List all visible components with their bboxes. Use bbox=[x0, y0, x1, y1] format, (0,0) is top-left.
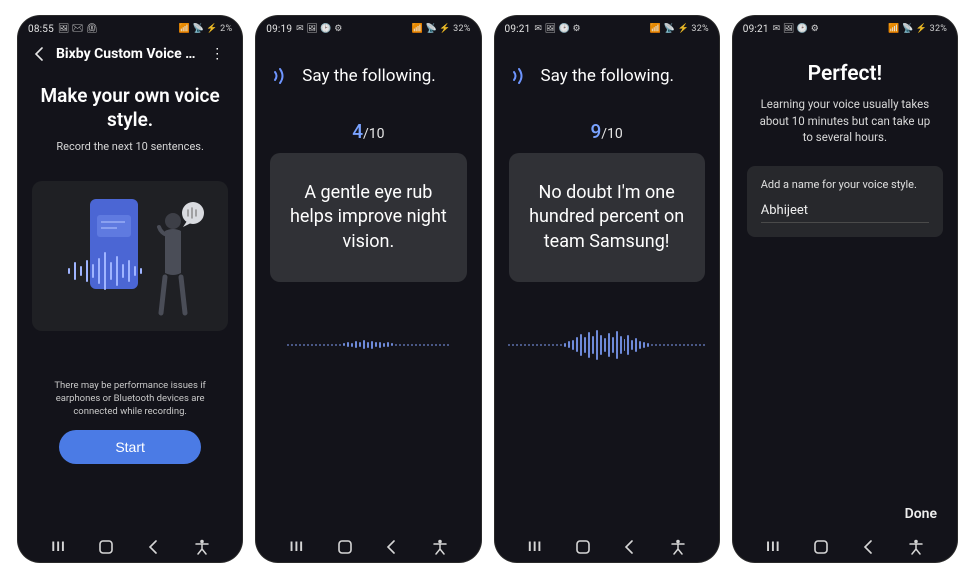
screen-intro: 08:55 🖼 ✉ ⏲ 📶 📡 ⚡ 2% Bixby Custom Voice … bbox=[18, 16, 242, 562]
status-time: 08:55 bbox=[28, 24, 54, 35]
nav-home-icon[interactable] bbox=[806, 539, 836, 555]
done-title: Perfect! bbox=[747, 62, 943, 86]
status-right-icons: 📶 📡 ⚡ 32% bbox=[412, 24, 471, 34]
status-right-icons: 📶 📡 ⚡ 32% bbox=[888, 24, 947, 34]
android-navbar: III bbox=[733, 532, 957, 562]
nav-home-icon[interactable] bbox=[568, 539, 598, 555]
name-input[interactable]: Abhijeet bbox=[761, 203, 929, 223]
nav-accessibility-icon[interactable] bbox=[187, 539, 217, 555]
status-left-icons: 🖼 ✉ ⏲ bbox=[58, 24, 98, 34]
done-subtitle: Learning your voice usually takes about … bbox=[757, 96, 933, 146]
nav-recent-icon[interactable]: III bbox=[520, 540, 550, 555]
nav-back-icon[interactable] bbox=[615, 540, 645, 554]
intro-subtitle: Record the next 10 sentences. bbox=[32, 140, 228, 153]
status-time: 09:21 bbox=[505, 24, 531, 35]
back-icon[interactable] bbox=[32, 46, 48, 62]
nav-recent-icon[interactable]: III bbox=[44, 540, 74, 555]
speaking-icon bbox=[511, 66, 531, 86]
nav-back-icon[interactable] bbox=[854, 540, 884, 554]
speaking-icon bbox=[272, 66, 292, 86]
nav-accessibility-icon[interactable] bbox=[663, 539, 693, 555]
counter-current: 4 bbox=[352, 120, 363, 143]
start-button[interactable]: Start bbox=[59, 430, 200, 464]
screen-record-4: 09:19 ✉ 🖼 🕑 ⚙ 📶 📡 ⚡ 32% Say the followin… bbox=[256, 16, 480, 562]
status-bar: 09:21 ✉ 🖼 🕑 ⚙ 📶 📡 ⚡ 32% bbox=[495, 16, 719, 40]
status-left-icons: ✉ 🖼 🕑 ⚙ bbox=[534, 24, 580, 34]
sentence-card: No doubt I'm one hundred percent on team… bbox=[509, 153, 705, 282]
waveform-large bbox=[509, 326, 705, 364]
screen-record-9: 09:21 ✉ 🖼 🕑 ⚙ 📶 📡 ⚡ 32% Say the followin… bbox=[495, 16, 719, 562]
record-title: Say the following. bbox=[541, 66, 675, 86]
nav-recent-icon[interactable]: III bbox=[282, 540, 312, 555]
nav-home-icon[interactable] bbox=[330, 539, 360, 555]
status-left-icons: ✉ 🖼 🕑 ⚙ bbox=[296, 24, 342, 34]
status-right-icons: 📶 📡 ⚡ 32% bbox=[650, 24, 709, 34]
counter-total: /10 bbox=[601, 126, 623, 142]
nav-accessibility-icon[interactable] bbox=[901, 539, 931, 555]
sentence-counter: 9/10 bbox=[509, 120, 705, 143]
page-title: Bixby Custom Voice C… bbox=[56, 46, 198, 62]
android-navbar: III bbox=[18, 532, 242, 562]
android-navbar: III bbox=[256, 532, 480, 562]
android-navbar: III bbox=[495, 532, 719, 562]
name-card: Add a name for your voice style. Abhijee… bbox=[747, 166, 943, 237]
nav-home-icon[interactable] bbox=[91, 539, 121, 555]
counter-total: /10 bbox=[363, 126, 385, 142]
waveform-small bbox=[270, 326, 466, 364]
screen-done: 09:21 ✉ 🖼 🕑 ⚙ 📶 📡 ⚡ 32% Perfect! Learnin… bbox=[733, 16, 957, 562]
sentence-counter: 4/10 bbox=[270, 120, 466, 143]
status-bar: 09:21 ✉ 🖼 🕑 ⚙ 📶 📡 ⚡ 32% bbox=[733, 16, 957, 40]
counter-current: 9 bbox=[590, 120, 601, 143]
intro-illustration bbox=[32, 181, 228, 331]
intro-title: Make your own voice style. bbox=[40, 84, 220, 132]
status-bar: 08:55 🖼 ✉ ⏲ 📶 📡 ⚡ 2% bbox=[18, 16, 242, 40]
status-time: 09:21 bbox=[743, 24, 769, 35]
nav-accessibility-icon[interactable] bbox=[425, 539, 455, 555]
nav-back-icon[interactable] bbox=[377, 540, 407, 554]
status-bar: 09:19 ✉ 🖼 🕑 ⚙ 📶 📡 ⚡ 32% bbox=[256, 16, 480, 40]
done-button[interactable]: Done bbox=[905, 506, 937, 522]
nav-back-icon[interactable] bbox=[139, 540, 169, 554]
nav-recent-icon[interactable]: III bbox=[758, 540, 788, 555]
more-menu-icon[interactable]: ⋮ bbox=[206, 46, 228, 62]
name-label: Add a name for your voice style. bbox=[761, 178, 929, 191]
sentence-card: A gentle eye rub helps improve night vis… bbox=[270, 153, 466, 282]
intro-note: There may be performance issues if earph… bbox=[38, 379, 222, 419]
record-title: Say the following. bbox=[302, 66, 436, 86]
status-right-icons: 📶 📡 ⚡ 2% bbox=[179, 24, 233, 34]
status-time: 09:19 bbox=[266, 24, 292, 35]
status-left-icons: ✉ 🖼 🕑 ⚙ bbox=[773, 24, 819, 34]
